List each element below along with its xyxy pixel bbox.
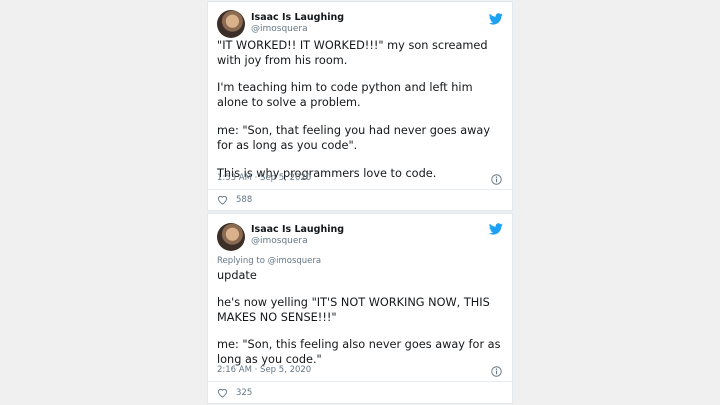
tweet-timestamp[interactable]: 2:16 AM · Sep 5, 2020: [217, 365, 311, 375]
tweet-timestamp[interactable]: 1:53 AM · Sep 5, 2020: [217, 173, 311, 183]
avatar[interactable]: [217, 223, 245, 251]
tweet-line: I'm teaching him to code python and left…: [217, 81, 473, 109]
tweet-line: me: "Son, this feeling also never goes a…: [217, 338, 501, 366]
author-handle[interactable]: @imosquera: [251, 236, 308, 246]
divider: [208, 189, 512, 190]
tweet-card: Isaac Is Laughing @imosquera Replying to…: [207, 213, 513, 404]
replying-to-label[interactable]: Replying to @imosquera: [217, 256, 321, 266]
like-count: 325: [236, 388, 253, 398]
info-icon[interactable]: [491, 174, 502, 185]
divider: [208, 381, 512, 382]
author-name[interactable]: Isaac Is Laughing: [251, 224, 344, 235]
tweet-card: Isaac Is Laughing @imosquera "IT WORKED!…: [207, 1, 513, 211]
tweet-line: "IT WORKED!! IT WORKED!!!" my son scream…: [217, 39, 488, 67]
tweet-line: update: [217, 269, 257, 282]
author-handle[interactable]: @imosquera: [251, 24, 308, 34]
info-icon[interactable]: [491, 366, 502, 377]
tweet-body: update he's now yelling "IT'S NOT WORKIN…: [217, 268, 504, 367]
like-button[interactable]: 325: [217, 388, 252, 398]
twitter-bird-icon[interactable]: [489, 13, 503, 25]
tweet-body: "IT WORKED!! IT WORKED!!!" my son scream…: [217, 38, 504, 181]
like-button[interactable]: 588: [217, 195, 252, 205]
author-name[interactable]: Isaac Is Laughing: [251, 12, 344, 23]
tweet-line: he's now yelling "IT'S NOT WORKING NOW, …: [217, 296, 490, 324]
heart-icon: [217, 195, 228, 205]
like-count: 588: [236, 195, 253, 205]
twitter-bird-icon[interactable]: [489, 223, 503, 235]
avatar[interactable]: [217, 10, 245, 38]
tweet-line: me: "Son, that feeling you had never goe…: [217, 124, 491, 152]
heart-icon: [217, 388, 228, 398]
